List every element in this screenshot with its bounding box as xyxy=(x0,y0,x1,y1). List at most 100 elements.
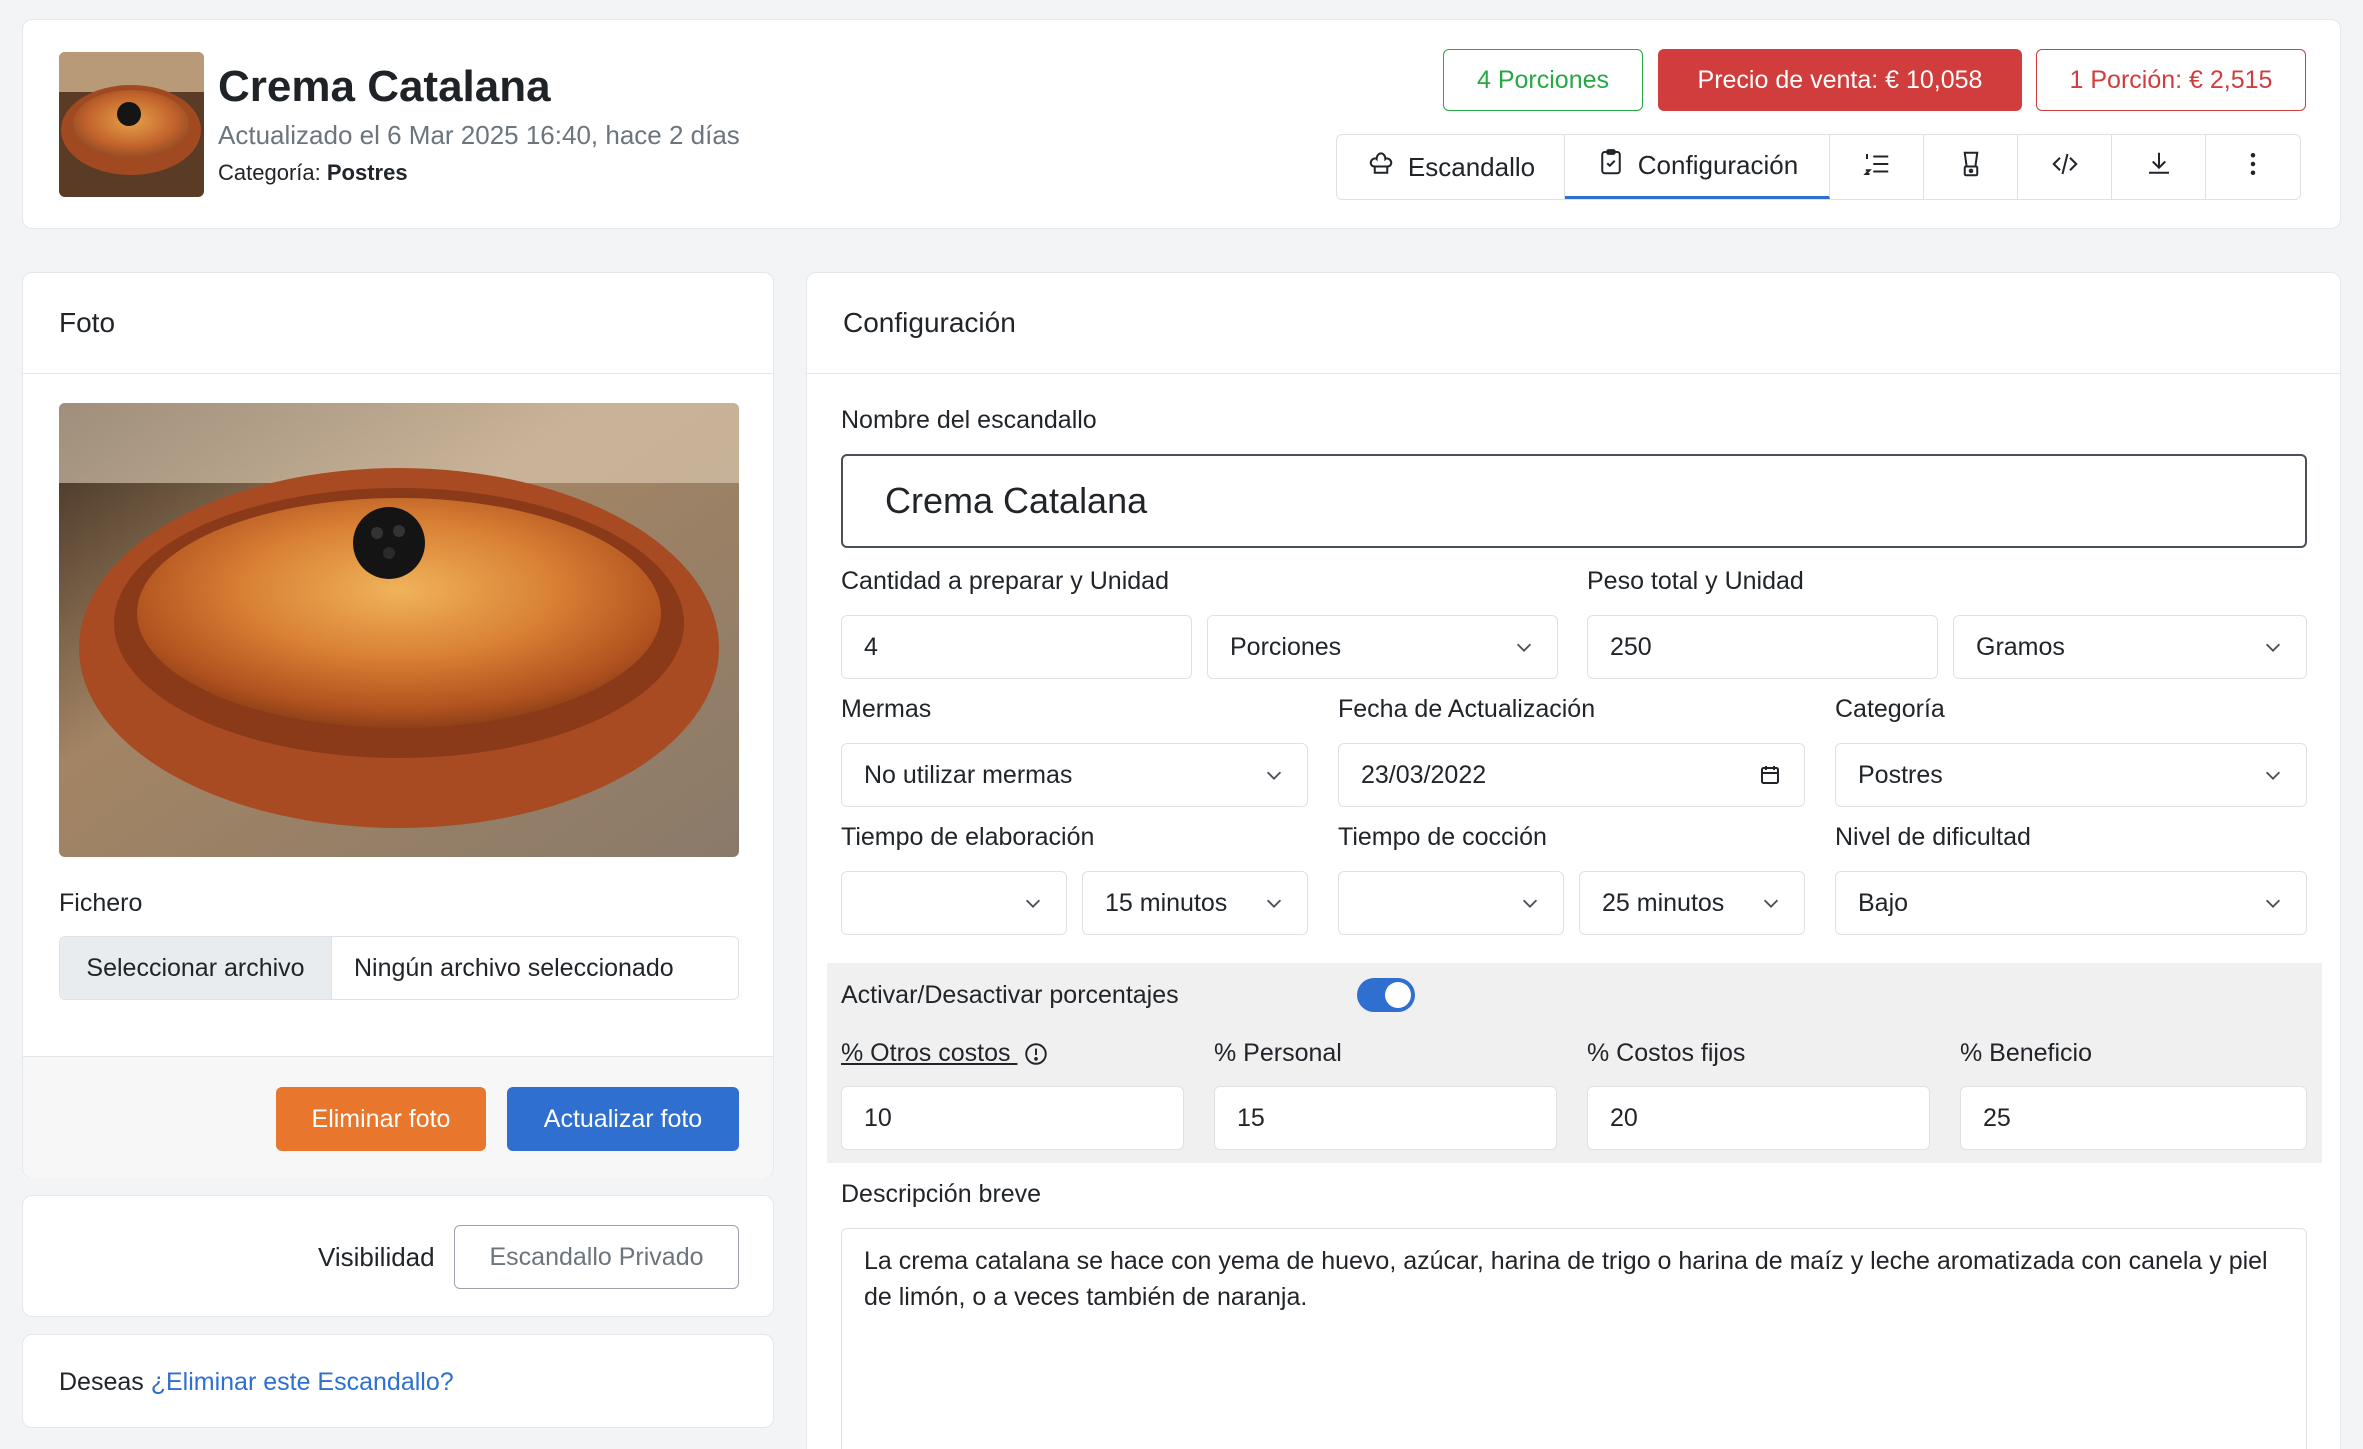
cook-time-label: Tiempo de cocción xyxy=(1338,823,1547,851)
file-status: Ningún archivo seleccionado xyxy=(354,953,674,982)
tab-download[interactable] xyxy=(2112,135,2206,199)
tab-code[interactable] xyxy=(2018,135,2112,199)
choose-file-button[interactable]: Seleccionar archivo xyxy=(60,937,332,999)
info-icon[interactable] xyxy=(1023,1041,1049,1067)
category-select[interactable]: Postres xyxy=(1835,743,2307,807)
mermas-label: Mermas xyxy=(841,695,932,723)
chevron-down-icon xyxy=(1025,899,1041,908)
more-vertical-icon xyxy=(2238,149,2268,186)
fixed-costs-input[interactable]: 20 xyxy=(1587,1086,1930,1150)
category-value: Postres xyxy=(326,160,408,185)
description-textarea[interactable]: La crema catalana se hace con yema de hu… xyxy=(841,1228,2307,1449)
portions-badge[interactable]: 4 Porciones xyxy=(1443,49,1643,111)
weight-unit-select[interactable]: Gramos xyxy=(1953,615,2307,679)
updated-timestamp: Actualizado el 6 Mar 2025 16:40, hace 2 … xyxy=(218,120,740,150)
date-input[interactable]: 23/03/2022 xyxy=(1338,743,1805,807)
photo-card-title: Foto xyxy=(23,273,773,374)
tab-configuracion[interactable]: Configuración xyxy=(1565,135,1830,199)
configuration-card: Configuración Nombre del escandallo Crem… xyxy=(806,272,2341,1449)
fixed-costs-label: % Costos fijos xyxy=(1587,1039,1746,1067)
cook-time-hours-select[interactable] xyxy=(1338,871,1564,935)
chevron-down-icon xyxy=(1516,643,1532,652)
prep-time-label: Tiempo de elaboración xyxy=(841,823,1095,851)
tab-more[interactable] xyxy=(2206,135,2300,199)
date-value: 23/03/2022 xyxy=(1361,760,1487,789)
recipe-thumbnail xyxy=(59,52,204,197)
tab-blender[interactable] xyxy=(1924,135,2018,199)
delete-recipe-link[interactable]: ¿Eliminar este Escandallo? xyxy=(151,1368,454,1396)
select-value: No utilizar mermas xyxy=(864,760,1073,789)
name-label: Nombre del escandallo xyxy=(841,406,1097,434)
weight-input[interactable]: 250 xyxy=(1587,615,1938,679)
staff-label: % Personal xyxy=(1214,1039,1342,1067)
update-photo-button[interactable]: Actualizar foto xyxy=(507,1087,739,1151)
weight-label: Peso total y Unidad xyxy=(1587,567,1804,595)
portion-price-badge[interactable]: 1 Porción: € 2,515 xyxy=(2036,49,2306,111)
prep-time-minutes-select[interactable]: 15 minutos xyxy=(1082,871,1308,935)
tab-label: Configuración xyxy=(1637,150,1799,180)
file-label: Fichero xyxy=(59,889,143,917)
blender-icon xyxy=(1956,149,1986,186)
visibility-card: Visibilidad Escandallo Privado xyxy=(22,1195,774,1317)
chevron-down-icon xyxy=(2265,643,2281,652)
chevron-down-icon xyxy=(2265,771,2281,780)
description-label: Descripción breve xyxy=(841,1180,1042,1208)
tab-ingredients-list[interactable] xyxy=(1830,135,1924,199)
select-value: Postres xyxy=(1858,760,1943,789)
quantity-label: Cantidad a preparar y Unidad xyxy=(841,567,1169,595)
recipe-photo xyxy=(59,403,739,857)
chef-hat-icon xyxy=(1366,149,1396,186)
photo-card: Foto Fichero Seleccionar archivo Ningún … xyxy=(22,272,774,1178)
difficulty-select[interactable]: Bajo xyxy=(1835,871,2307,935)
quantity-unit-select[interactable]: Porciones xyxy=(1207,615,1558,679)
select-value: Porciones xyxy=(1230,632,1342,661)
chevron-down-icon xyxy=(2265,899,2281,908)
visibility-button[interactable]: Escandallo Privado xyxy=(454,1225,739,1289)
sale-price-badge[interactable]: Precio de venta: € 10,058 xyxy=(1658,49,2022,111)
select-value: Gramos xyxy=(1976,632,2065,661)
ordered-list-icon xyxy=(1862,149,1892,186)
delete-photo-button[interactable]: Eliminar foto xyxy=(276,1087,486,1151)
delete-recipe-card: Deseas ¿Eliminar este Escandallo? xyxy=(22,1334,774,1428)
recipe-title: Crema Catalana xyxy=(218,62,551,111)
calendar-icon[interactable] xyxy=(1758,763,1782,787)
file-input[interactable]: Seleccionar archivo Ningún archivo selec… xyxy=(59,936,739,1000)
configuration-title: Configuración xyxy=(807,273,2340,374)
download-icon xyxy=(2144,149,2174,186)
recipe-tabs: Escandallo Configuración xyxy=(1336,134,2301,200)
percent-toggle-label: Activar/Desactivar porcentajes xyxy=(841,981,1179,1009)
other-costs-input[interactable]: 10 xyxy=(841,1086,1184,1150)
recipe-category: Categoría: Postres xyxy=(218,160,408,186)
date-label: Fecha de Actualización xyxy=(1338,695,1596,723)
photo-card-footer: Eliminar foto Actualizar foto xyxy=(23,1056,773,1178)
select-value: 25 minutos xyxy=(1602,888,1725,917)
delete-prefix: Deseas xyxy=(59,1368,144,1396)
visibility-label: Visibilidad xyxy=(318,1242,435,1272)
percent-toggle-switch[interactable] xyxy=(1357,978,1415,1012)
code-icon xyxy=(2050,149,2080,186)
tab-label: Escandallo xyxy=(1407,151,1536,182)
chevron-down-icon xyxy=(1266,771,1282,780)
staff-input[interactable]: 15 xyxy=(1214,1086,1557,1150)
profit-label: % Beneficio xyxy=(1960,1039,2093,1067)
quantity-input[interactable]: 4 xyxy=(841,615,1192,679)
clipboard-check-icon xyxy=(1596,147,1626,184)
delete-recipe-text: Deseas ¿Eliminar este Escandallo? xyxy=(59,1368,454,1397)
other-costs-label[interactable]: % Otros costos xyxy=(841,1039,1049,1068)
cook-time-minutes-select[interactable]: 25 minutos xyxy=(1579,871,1805,935)
other-costs-text: % Otros costos xyxy=(841,1039,1011,1067)
prep-time-hours-select[interactable] xyxy=(841,871,1067,935)
profit-input[interactable]: 25 xyxy=(1960,1086,2307,1150)
recipe-header: Crema Catalana Actualizado el 6 Mar 2025… xyxy=(22,19,2341,229)
category-label: Categoría xyxy=(1835,695,1945,723)
mermas-select[interactable]: No utilizar mermas xyxy=(841,743,1308,807)
select-value: Bajo xyxy=(1858,888,1909,917)
select-value: 15 minutos xyxy=(1105,888,1228,917)
chevron-down-icon xyxy=(1266,899,1282,908)
category-label: Categoría: xyxy=(218,160,321,185)
chevron-down-icon xyxy=(1522,899,1538,908)
tab-escandallo[interactable]: Escandallo xyxy=(1337,135,1565,199)
percentages-panel: Activar/Desactivar porcentajes % Otros c… xyxy=(827,963,2322,1163)
difficulty-label: Nivel de dificultad xyxy=(1835,823,2031,851)
recipe-name-input[interactable]: Crema Catalana xyxy=(841,454,2307,548)
